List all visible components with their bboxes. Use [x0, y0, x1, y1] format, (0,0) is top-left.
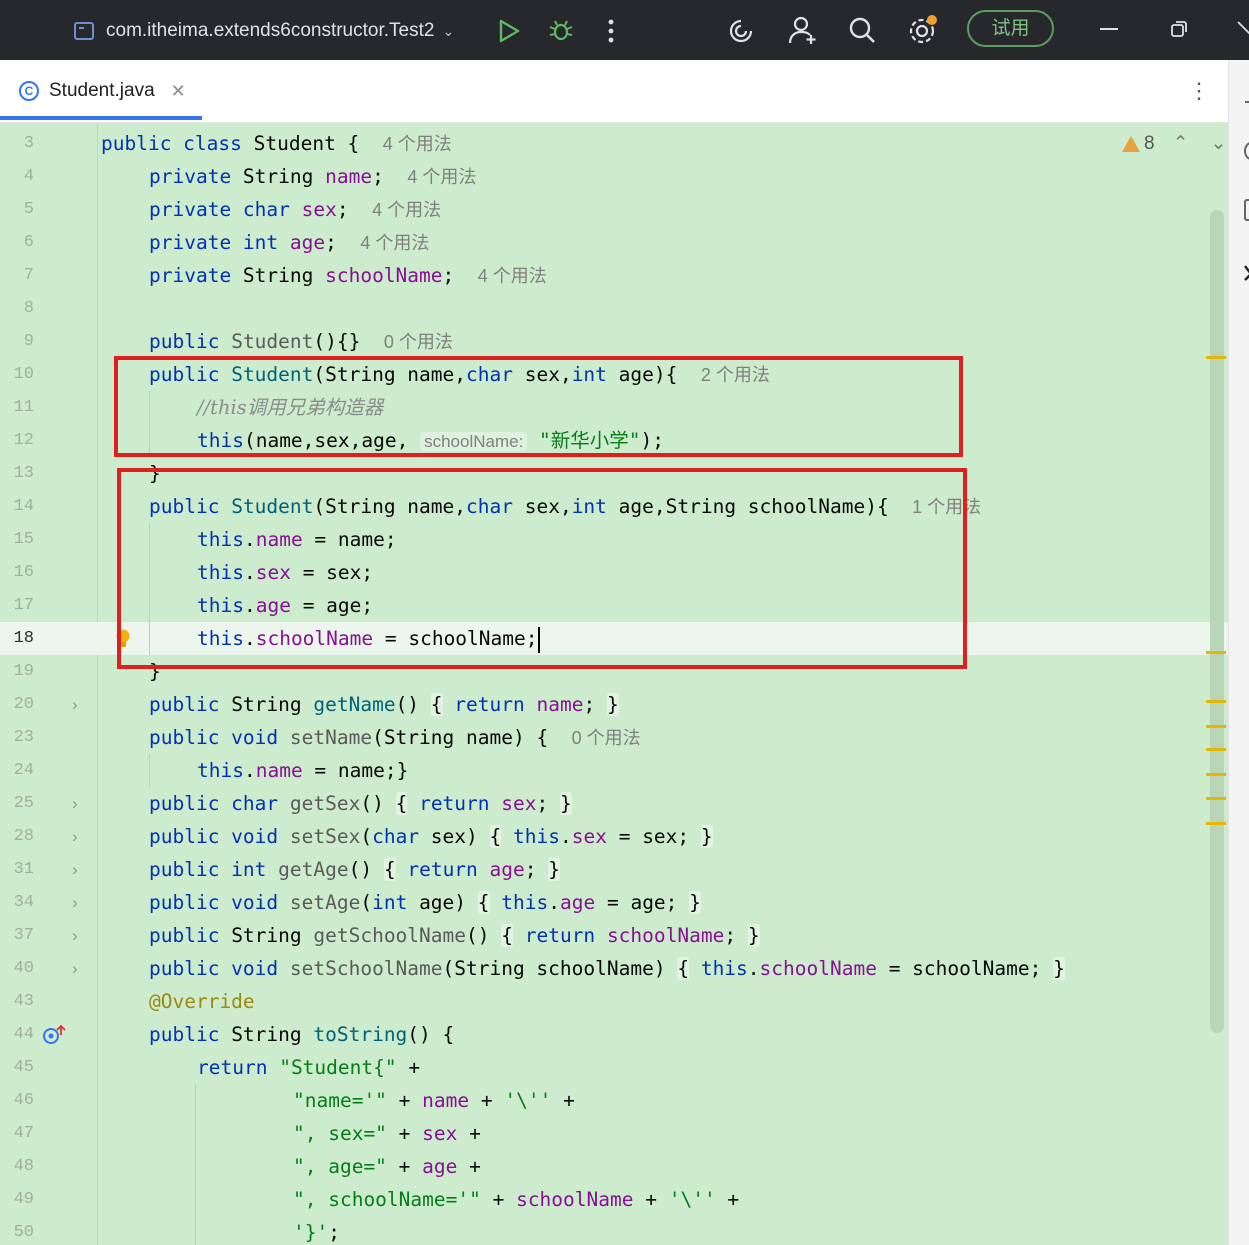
run-configuration-selector[interactable]: com.itheima.extends6constructor.Test2 ⌄ — [74, 16, 454, 46]
code-line: 50 '}'; — [13, 1221, 340, 1244]
next-problem-icon[interactable]: ⌄ — [1211, 132, 1227, 155]
fold-expand-icon[interactable]: › — [72, 688, 78, 721]
indent-guide — [149, 754, 150, 787]
code-line: 37 › public String getSchoolName() { ret… — [0, 919, 1228, 952]
code-line: 24 this.name = name;} — [13, 759, 409, 782]
close-tab-icon[interactable]: ✕ — [171, 81, 186, 102]
code-line: 3 public class Student { 4 个用法 — [23, 132, 452, 155]
settings-gear-icon[interactable] — [906, 13, 940, 47]
code-line: 47 ", sex=" + sex + — [13, 1122, 481, 1145]
code-line: 45 return "Student{" + — [13, 1056, 421, 1079]
tab-label: Student.java — [49, 80, 155, 101]
warning-marker[interactable] — [1206, 651, 1226, 654]
previous-problem-icon[interactable]: ⌃ — [1173, 132, 1189, 155]
code-line: 46 "name='" + name + '\'' + — [13, 1089, 575, 1112]
notifications-icon[interactable] — [1243, 84, 1249, 104]
code-line: 43 @Override — [13, 990, 255, 1013]
run-config-label: com.itheima.extends6constructor.Test2 — [106, 20, 435, 41]
code-line: 28 › public void setSex(char sex) { this… — [0, 820, 1228, 853]
code-line: 20 › public String getName() { return na… — [0, 688, 1228, 721]
code-line: 8 — [23, 299, 34, 318]
ai-chat-icon[interactable] — [1243, 140, 1249, 162]
code-line: 49 ", schoolName='" + schoolName + '\'' … — [13, 1188, 740, 1211]
close-window-icon[interactable] — [1236, 20, 1249, 38]
warning-icon — [1122, 135, 1140, 152]
fold-expand-icon[interactable]: › — [72, 853, 78, 886]
warning-marker[interactable] — [1206, 748, 1226, 751]
add-user-icon[interactable] — [788, 15, 818, 45]
maven-icon[interactable] — [1243, 262, 1249, 282]
active-tab-indicator — [0, 116, 202, 120]
warning-count: 8 — [1144, 132, 1155, 154]
code-line: 7 private String schoolName; 4 个用法 — [23, 264, 547, 287]
fold-expand-icon[interactable]: › — [72, 886, 78, 919]
warning-marker[interactable] — [1206, 356, 1226, 359]
indent-guide — [195, 1084, 196, 1245]
warning-marker[interactable] — [1206, 797, 1226, 800]
ai-assistant-icon[interactable] — [727, 17, 755, 45]
code-line: 31 › public int getAge() { return age; } — [0, 853, 1228, 886]
fold-expand-icon[interactable]: › — [72, 787, 78, 820]
code-line: 25 › public char getSex() { return sex; … — [0, 787, 1228, 820]
editor-tab-bar: C Student.java ✕ ⋮ — [0, 60, 1228, 123]
fold-expand-icon[interactable]: › — [72, 919, 78, 952]
code-line: 40 › public void setSchoolName(String sc… — [0, 952, 1228, 985]
code-editor[interactable]: 3 public class Student { 4 个用法 4 private… — [0, 124, 1228, 1245]
database-icon[interactable] — [1243, 198, 1249, 222]
code-line: 6 private int age; 4 个用法 — [23, 231, 430, 254]
warning-marker[interactable] — [1206, 700, 1226, 703]
run-config-icon — [74, 22, 94, 40]
code-line: 5 private char sex; 4 个用法 — [23, 198, 442, 221]
right-tool-strip — [1228, 60, 1249, 1245]
tab-student-java[interactable]: C Student.java ✕ — [0, 60, 186, 122]
code-line: 44 public String toString() { — [13, 1023, 455, 1046]
warning-marker[interactable] — [1206, 822, 1226, 825]
code-line: 34 › public void setAge(int age) { this.… — [0, 886, 1228, 919]
debug-icon[interactable] — [547, 17, 575, 45]
more-actions-icon[interactable] — [605, 18, 617, 44]
override-gutter-icon[interactable] — [42, 1024, 66, 1046]
code-line: 23 public void setName(String name) { 0 … — [13, 726, 641, 749]
trial-button[interactable]: 试用 — [967, 10, 1054, 47]
highlight-box-constructor-4 — [117, 468, 967, 669]
minimize-icon[interactable] — [1100, 28, 1118, 30]
warning-marker[interactable] — [1206, 773, 1226, 776]
chevron-down-icon: ⌄ — [442, 22, 455, 39]
fold-expand-icon[interactable]: › — [72, 952, 78, 985]
restore-window-icon[interactable] — [1170, 20, 1188, 38]
title-bar: com.itheima.extends6constructor.Test2 ⌄ … — [0, 0, 1249, 60]
code-line: 9 public Student(){} 0 个用法 — [23, 330, 453, 353]
vertical-scrollbar[interactable] — [1210, 210, 1224, 1033]
search-icon[interactable] — [848, 16, 876, 44]
tab-options-icon[interactable]: ⋮ — [1188, 80, 1210, 102]
code-line: 48 ", age=" + age + — [13, 1155, 481, 1178]
java-class-icon: C — [19, 81, 39, 101]
warning-marker[interactable] — [1206, 725, 1226, 728]
problems-counter[interactable]: 8 ⌃ ⌄ — [1122, 132, 1226, 155]
highlight-box-constructor-3 — [114, 356, 963, 457]
code-line: 4 private String name; 4 个用法 — [23, 165, 477, 188]
fold-expand-icon[interactable]: › — [72, 820, 78, 853]
run-icon[interactable] — [497, 19, 521, 43]
